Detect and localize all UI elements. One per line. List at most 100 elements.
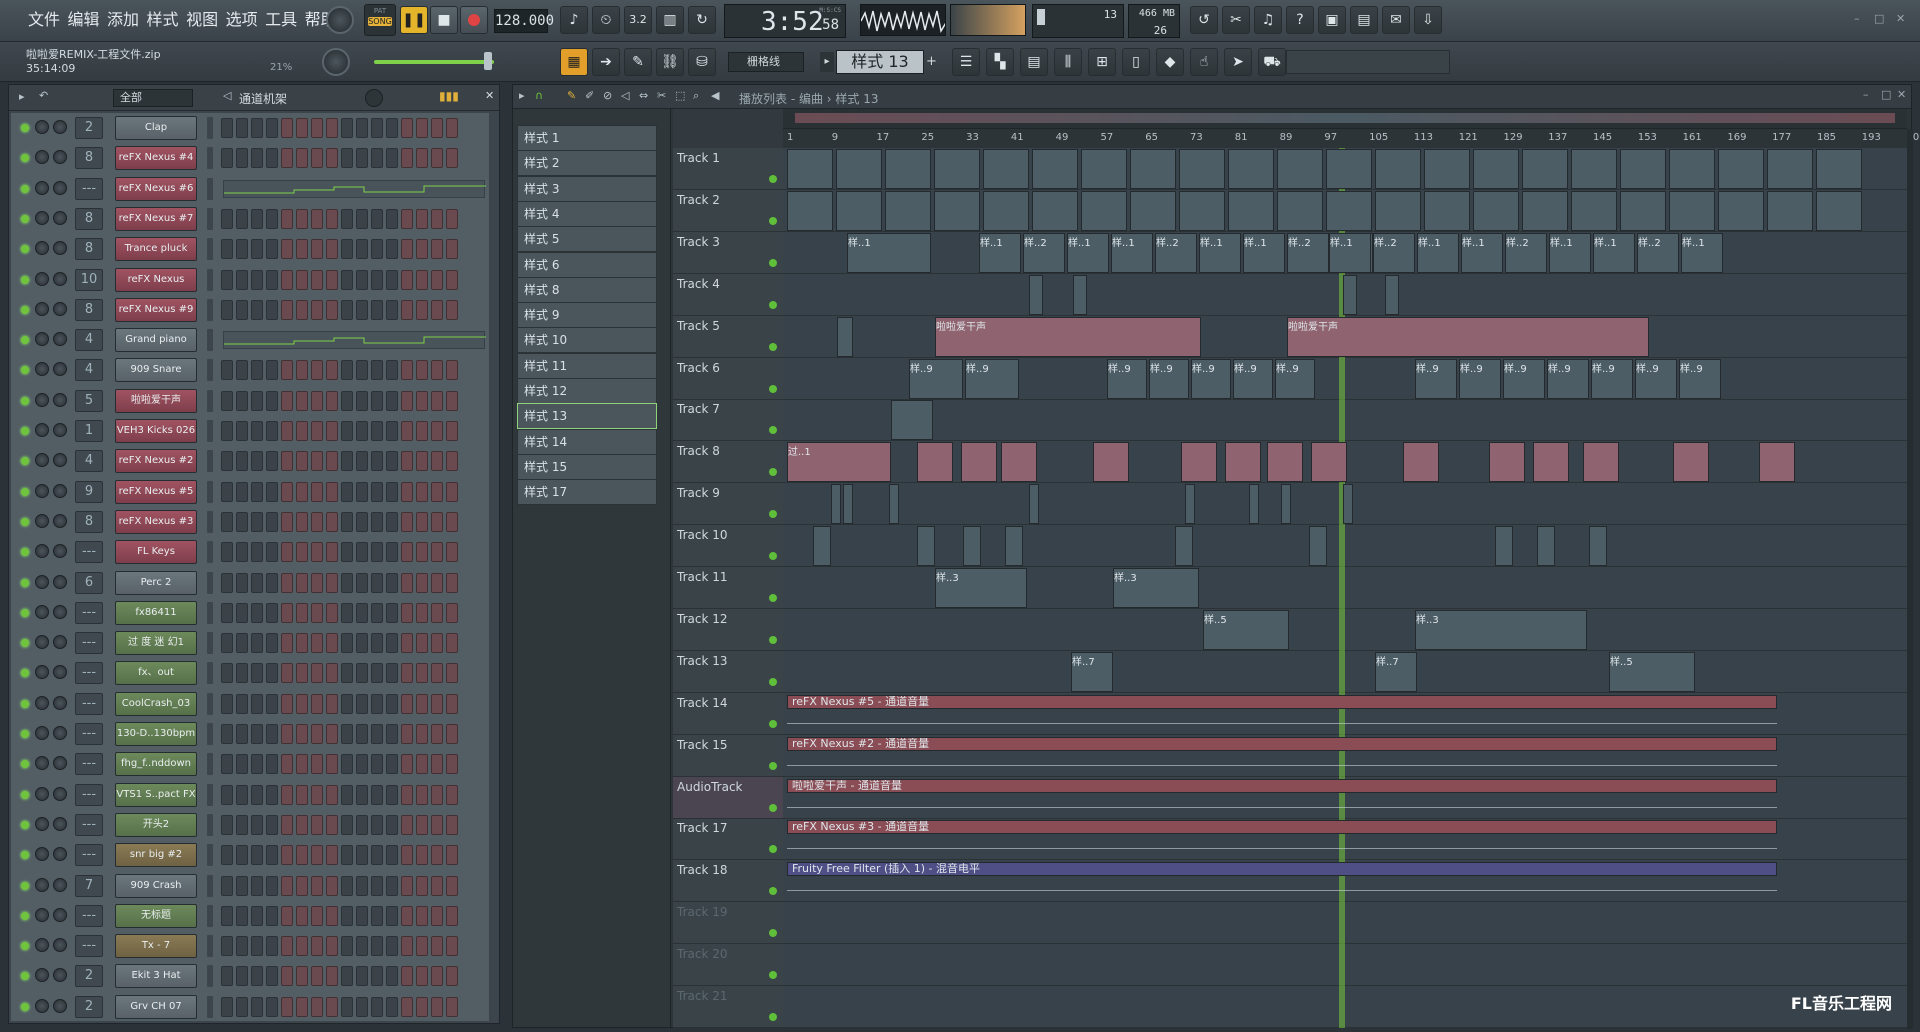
pattern-clip[interactable] <box>934 190 980 231</box>
step-button[interactable] <box>221 966 233 987</box>
step-button[interactable] <box>281 663 293 684</box>
step-button[interactable] <box>236 814 248 835</box>
channel-name-button[interactable]: 909 Crash <box>115 873 197 898</box>
step-button[interactable] <box>281 481 293 502</box>
pattern-clip[interactable] <box>1375 190 1421 231</box>
channel-row[interactable]: --- VTS1 S..pact FX <box>11 780 489 810</box>
step-button[interactable] <box>446 118 458 138</box>
channel-select-indicator[interactable] <box>207 844 213 867</box>
step-button[interactable] <box>296 905 308 926</box>
step-button[interactable] <box>251 360 263 381</box>
channel-mixer-track[interactable]: 5 <box>75 389 103 412</box>
track-enable-led[interactable] <box>769 719 777 728</box>
track-enable-led[interactable] <box>769 510 777 519</box>
step-button[interactable] <box>416 724 428 744</box>
channel-mute-led[interactable] <box>21 457 29 466</box>
step-button[interactable] <box>266 481 278 502</box>
pattern-clip[interactable]: 样..1 <box>1199 232 1241 273</box>
step-button[interactable] <box>296 451 308 472</box>
plugin-icon[interactable]: ◆ <box>1156 48 1184 76</box>
undo-icon[interactable]: ↺ <box>1190 6 1218 34</box>
step-button[interactable] <box>296 814 308 835</box>
step-button[interactable] <box>326 966 338 987</box>
snap-dropdown[interactable]: 栅格线 <box>728 52 804 72</box>
step-button[interactable] <box>281 148 293 169</box>
step-button[interactable] <box>386 936 398 957</box>
step-button[interactable] <box>281 542 293 563</box>
step-button[interactable] <box>326 633 338 654</box>
step-button[interactable] <box>341 754 353 775</box>
channel-row[interactable]: 8 reFX Nexus #4 <box>11 143 489 173</box>
file-icon[interactable]: ▯ <box>1122 48 1150 76</box>
step-button[interactable] <box>341 602 353 623</box>
channel-select-indicator[interactable] <box>207 965 213 988</box>
step-button[interactable] <box>371 481 383 502</box>
step-button[interactable] <box>431 299 443 320</box>
channel-mute-led[interactable] <box>21 275 29 284</box>
step-button[interactable] <box>446 602 458 623</box>
step-button[interactable] <box>341 875 353 896</box>
magnet-icon[interactable]: ∩ <box>535 89 543 102</box>
pattern-item[interactable]: 样式 10 <box>517 327 657 354</box>
step-button[interactable] <box>446 360 458 381</box>
playlist-maximize-button[interactable]: □ <box>1881 88 1891 101</box>
step-button[interactable] <box>341 511 353 532</box>
step-button[interactable] <box>401 511 413 532</box>
step-button[interactable] <box>251 845 263 866</box>
step-button[interactable] <box>296 299 308 320</box>
pattern-clip[interactable] <box>1620 190 1666 231</box>
pattern-item[interactable]: 样式 8 <box>517 276 657 303</box>
playlist-close-button[interactable]: ✕ <box>1897 88 1906 101</box>
metronome-icon[interactable]: ♪ <box>560 6 588 34</box>
channel-pan-knob[interactable] <box>35 938 49 953</box>
step-button[interactable] <box>341 966 353 987</box>
step-button[interactable] <box>386 481 398 502</box>
channel-name-button[interactable]: reFX Nexus #9 <box>115 297 197 322</box>
track-header[interactable]: Track 14 <box>673 693 783 735</box>
step-button[interactable] <box>266 633 278 654</box>
channel-row[interactable]: 7 909 Crash <box>11 871 489 901</box>
pattern-clip[interactable]: 样..1 <box>1067 232 1109 273</box>
step-button[interactable] <box>341 845 353 866</box>
playlist-minimize-button[interactable]: – <box>1863 88 1869 101</box>
channel-mixer-track[interactable]: --- <box>75 783 103 806</box>
pattern-clip[interactable]: 样..1 <box>1329 232 1371 273</box>
pattern-clip[interactable] <box>1281 484 1291 525</box>
rack-undo-icon[interactable]: ↶ <box>39 89 48 102</box>
track-enable-led[interactable] <box>769 803 777 812</box>
channel-pan-knob[interactable] <box>35 877 49 892</box>
step-button[interactable] <box>326 814 338 835</box>
step-button[interactable] <box>251 421 263 441</box>
step-button[interactable] <box>446 724 458 744</box>
step-button[interactable] <box>416 118 428 138</box>
step-button[interactable] <box>416 814 428 835</box>
channel-row[interactable]: --- fx86411 <box>11 598 489 628</box>
automation-clip[interactable]: reFX Nexus #5 - 通道音量 <box>787 694 1777 709</box>
record-button[interactable] <box>460 6 488 34</box>
step-button[interactable] <box>311 360 323 381</box>
pattern-clip[interactable] <box>1343 484 1353 525</box>
step-button[interactable] <box>341 814 353 835</box>
shop-icon[interactable]: ⛟ <box>1258 48 1286 76</box>
track-enable-led[interactable] <box>769 887 777 896</box>
step-button[interactable] <box>356 693 368 714</box>
step-button[interactable] <box>251 602 263 623</box>
step-button[interactable] <box>281 451 293 472</box>
step-button[interactable] <box>281 299 293 320</box>
pattern-clip[interactable]: 样..2 <box>1373 232 1415 273</box>
track-header[interactable]: Track 21 <box>673 986 783 1028</box>
channel-volume-knob[interactable] <box>53 786 67 801</box>
channel-name-button[interactable]: reFX Nexus <box>115 267 197 292</box>
pattern-clip[interactable] <box>1179 190 1225 231</box>
menu-tools[interactable]: 工具 <box>263 0 299 40</box>
step-button[interactable] <box>341 481 353 502</box>
step-button[interactable] <box>416 269 428 290</box>
pattern-clip[interactable] <box>1424 149 1470 189</box>
step-button[interactable] <box>416 572 428 593</box>
step-button[interactable] <box>296 208 308 229</box>
pattern-clip[interactable]: 样..2 <box>1505 232 1547 273</box>
step-button[interactable] <box>431 663 443 684</box>
step-button[interactable] <box>311 693 323 714</box>
step-button[interactable] <box>401 269 413 290</box>
pencil-icon[interactable]: ✎ <box>624 48 652 76</box>
